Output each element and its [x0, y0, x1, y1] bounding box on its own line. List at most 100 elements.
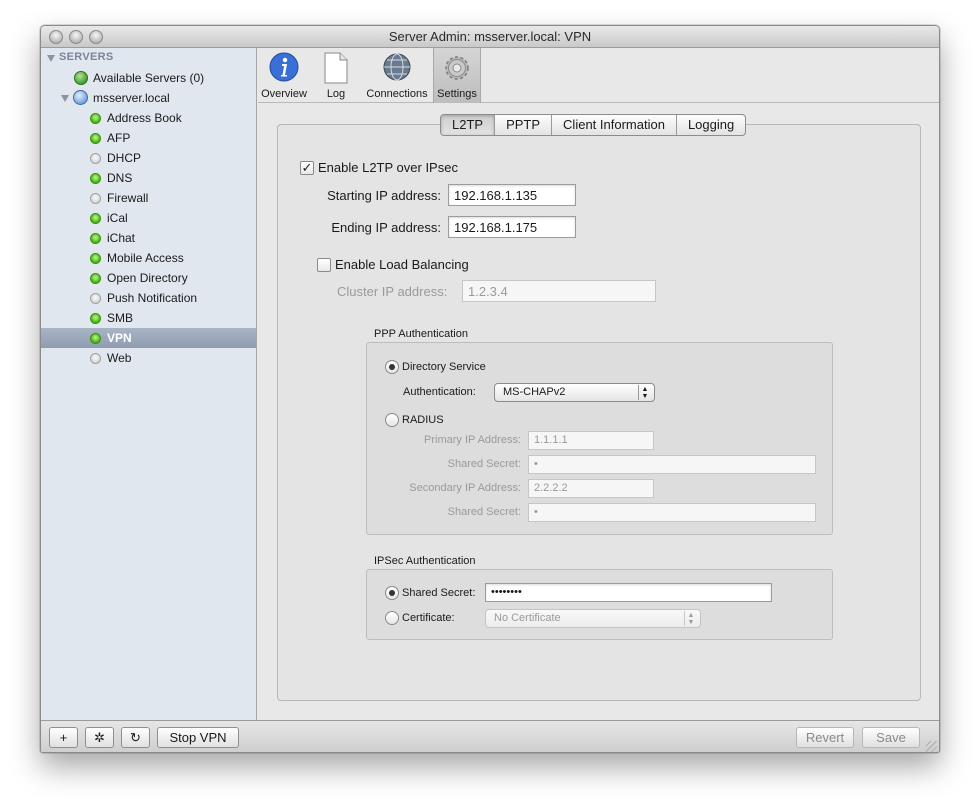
- directory-service-radio[interactable]: [385, 360, 399, 374]
- enable-load-balancing-checkbox[interactable]: [317, 258, 331, 272]
- status-running-icon: [90, 253, 101, 264]
- ipsec-authentication-group: Shared Secret: •••••••• Certificate: No …: [366, 569, 833, 640]
- sidebar-item-label: DHCP: [107, 151, 142, 165]
- cluster-ip-label: Cluster IP address:: [337, 284, 448, 299]
- toolbar-item-label: Overview: [261, 88, 307, 100]
- ipsec-shared-secret-field[interactable]: ••••••••: [485, 583, 772, 602]
- secondary-ip-field[interactable]: 2.2.2.2: [528, 479, 654, 498]
- ending-ip-field[interactable]: 192.168.1.175: [448, 216, 576, 238]
- primary-ip-field[interactable]: 1.1.1.1: [528, 431, 654, 450]
- sidebar-item-ical[interactable]: iCal: [41, 208, 256, 228]
- toolbar-connections-button[interactable]: Connections: [363, 48, 431, 103]
- stop-vpn-button[interactable]: Stop VPN: [157, 727, 239, 748]
- add-button[interactable]: +: [49, 727, 78, 748]
- tab-client-information[interactable]: Client Information: [552, 115, 677, 135]
- document-icon: [324, 52, 348, 84]
- enable-l2tp-checkbox[interactable]: ✓: [300, 161, 314, 175]
- window-title: Server Admin: msserver.local: VPN: [388, 29, 592, 44]
- disclosure-triangle-icon[interactable]: [61, 95, 69, 102]
- toolbar-item-label: Connections: [366, 88, 428, 100]
- revert-button[interactable]: Revert: [796, 727, 854, 748]
- sidebar-section-servers[interactable]: SERVERS: [41, 48, 256, 68]
- sidebar-item-label: iChat: [107, 231, 136, 245]
- ipsec-shared-secret-radio[interactable]: [385, 586, 399, 600]
- settings-panel: L2TP PPTP Client Information Logging ✓ E…: [277, 114, 921, 701]
- disclosure-triangle-icon[interactable]: [47, 55, 55, 62]
- status-running-icon: [90, 273, 101, 284]
- primary-ip-label: Primary IP Address:: [424, 434, 521, 446]
- popup-arrows-icon: ▲ ▼: [684, 611, 697, 626]
- title-bar[interactable]: Server Admin: msserver.local: VPN: [41, 26, 939, 48]
- sidebar-item-address-book[interactable]: Address Book: [41, 108, 256, 128]
- tab-pptp[interactable]: PPTP: [495, 115, 553, 135]
- sidebar-item-push-notification[interactable]: Push Notification: [41, 288, 256, 308]
- sidebar-item-dhcp[interactable]: DHCP: [41, 148, 256, 168]
- resize-grip-icon[interactable]: [926, 741, 937, 752]
- enable-load-balancing-label: Enable Load Balancing: [335, 257, 469, 272]
- toolbar-settings-button[interactable]: Settings: [433, 48, 481, 103]
- ipsec-shared-secret-label: Shared Secret:: [402, 587, 476, 599]
- certificate-popup[interactable]: No Certificate ▲ ▼: [485, 609, 701, 628]
- status-stopped-icon: [90, 153, 101, 164]
- sidebar-item-open-directory[interactable]: Open Directory: [41, 268, 256, 288]
- certificate-radio[interactable]: [385, 611, 399, 625]
- starting-ip-label: Starting IP address:: [327, 188, 441, 203]
- sidebar-item-label: Mobile Access: [107, 251, 184, 265]
- sidebar-item-web[interactable]: Web: [41, 348, 256, 368]
- status-running-icon: [90, 173, 101, 184]
- sidebar-item-ichat[interactable]: iChat: [41, 228, 256, 248]
- network-globe-icon: [383, 53, 411, 81]
- status-running-icon: [90, 133, 101, 144]
- authentication-label: Authentication:: [403, 386, 476, 398]
- certificate-label: Certificate:: [402, 612, 455, 624]
- settings-tabs: L2TP PPTP Client Information Logging: [440, 114, 747, 136]
- sidebar-item-vpn[interactable]: VPN: [41, 328, 256, 348]
- authentication-popup[interactable]: MS-CHAPv2 ▲ ▼: [494, 383, 655, 402]
- server-admin-window: Server Admin: msserver.local: VPN SERVER…: [40, 25, 940, 753]
- toolbar-overview-button[interactable]: Overview: [259, 48, 309, 103]
- sidebar-item-label: Firewall: [107, 191, 149, 205]
- sidebar-item-label: VPN: [107, 331, 132, 345]
- cluster-ip-field[interactable]: 1.2.3.4: [462, 280, 656, 302]
- primary-shared-secret-field[interactable]: •: [528, 455, 816, 474]
- ipsec-authentication-title: IPSec Authentication: [374, 555, 476, 567]
- tab-logging[interactable]: Logging: [677, 115, 745, 135]
- sidebar-item-label: msserver.local: [93, 91, 170, 105]
- status-running-icon: [90, 113, 101, 124]
- sidebar-item-server[interactable]: msserver.local: [41, 88, 256, 108]
- sidebar-item-label: Open Directory: [107, 271, 188, 285]
- sidebar-item-afp[interactable]: AFP: [41, 128, 256, 148]
- primary-shared-secret-label: Shared Secret:: [447, 458, 521, 470]
- sidebar-item-label: Web: [107, 351, 132, 365]
- enable-l2tp-label: Enable L2TP over IPsec: [318, 160, 458, 175]
- action-menu-button[interactable]: ✲: [85, 727, 114, 748]
- status-stopped-icon: [90, 193, 101, 204]
- sidebar-header: SERVERS: [59, 51, 114, 63]
- sidebar-item-label: AFP: [107, 131, 131, 145]
- sidebar-item-available-servers[interactable]: Available Servers (0): [41, 68, 256, 88]
- sidebar-item-smb[interactable]: SMB: [41, 308, 256, 328]
- sidebar-item-mobile-access[interactable]: Mobile Access: [41, 248, 256, 268]
- sidebar-item-label: Push Notification: [107, 291, 198, 305]
- ending-ip-label: Ending IP address:: [331, 220, 441, 235]
- refresh-button[interactable]: ↻: [121, 727, 150, 748]
- starting-ip-field[interactable]: 192.168.1.135: [448, 184, 576, 206]
- status-running-icon: [90, 313, 101, 324]
- authentication-popup-value: MS-CHAPv2: [503, 386, 566, 398]
- toolbar-log-button[interactable]: Log: [313, 48, 359, 103]
- server-icon: [73, 90, 88, 105]
- tab-l2tp[interactable]: L2TP: [441, 115, 496, 135]
- secondary-shared-secret-field[interactable]: •: [528, 503, 816, 522]
- status-stopped-icon: [90, 293, 101, 304]
- ppp-authentication-title: PPP Authentication: [374, 328, 468, 340]
- sidebar-item-firewall[interactable]: Firewall: [41, 188, 256, 208]
- status-running-icon: [90, 333, 101, 344]
- info-icon: [269, 52, 299, 82]
- radius-radio[interactable]: [385, 413, 399, 427]
- toolbar-item-label: Settings: [437, 88, 477, 100]
- network-globe-icon: [74, 71, 88, 85]
- sidebar-item-label: SMB: [107, 311, 134, 325]
- sidebar-item-label: DNS: [107, 171, 133, 185]
- sidebar-item-dns[interactable]: DNS: [41, 168, 256, 188]
- save-button[interactable]: Save: [862, 727, 920, 748]
